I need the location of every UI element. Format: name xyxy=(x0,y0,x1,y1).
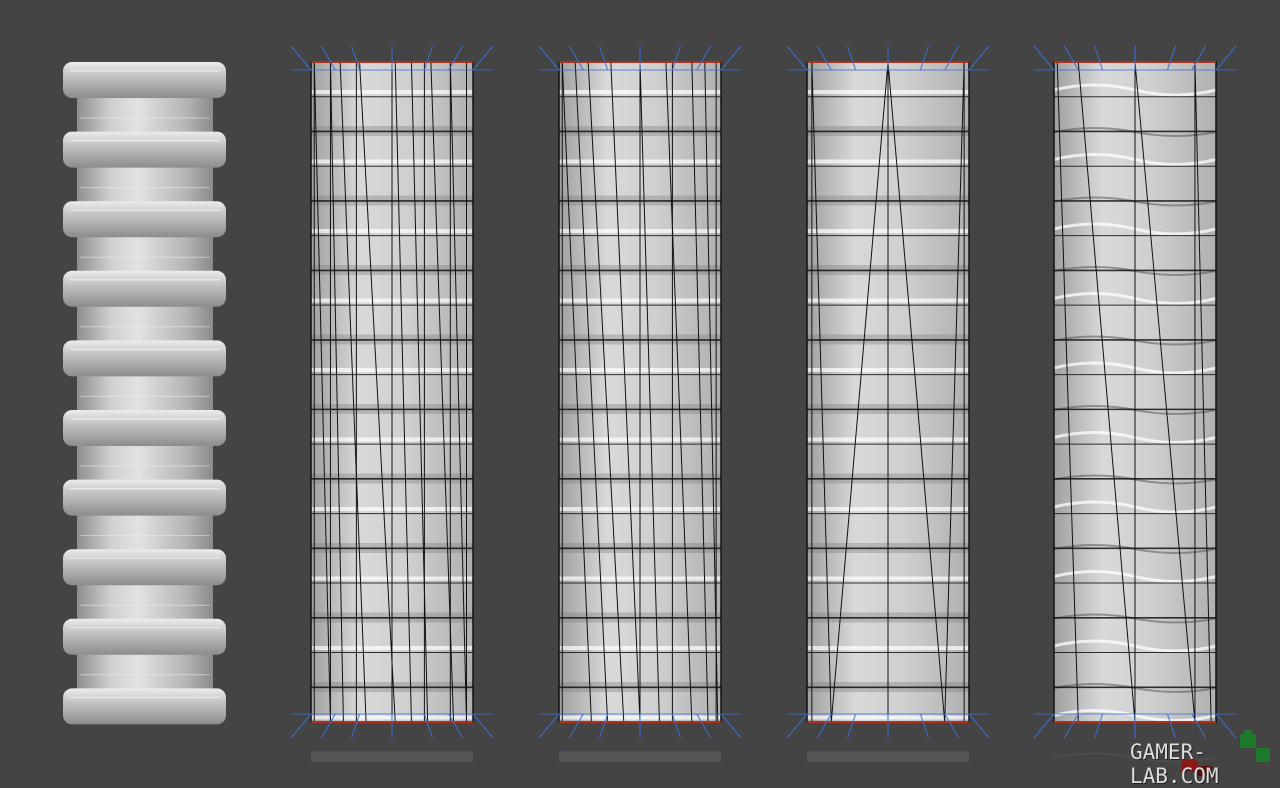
normal-line xyxy=(968,45,990,71)
ridge-shadow xyxy=(311,751,473,762)
smooth-model-preview xyxy=(63,62,226,725)
collar-ring xyxy=(63,340,226,377)
wireframe-sparse-spokes xyxy=(786,45,990,762)
collar-ring xyxy=(63,201,226,238)
collar-ring xyxy=(63,62,226,98)
collar-ring xyxy=(63,410,226,446)
3d-viewport[interactable] xyxy=(0,0,1280,785)
collar-ring xyxy=(63,549,226,586)
normal-line xyxy=(538,45,560,71)
collar-ring xyxy=(63,270,226,307)
normal-line xyxy=(1033,45,1055,71)
normal-line xyxy=(786,45,808,71)
normal-line xyxy=(720,713,742,739)
wireframe-minimal-spokes xyxy=(1033,45,1237,763)
normal-line xyxy=(472,45,494,71)
normal-line xyxy=(472,713,494,739)
wireframe-even-spokes xyxy=(290,45,494,762)
normal-line xyxy=(290,45,312,71)
normal-line xyxy=(290,713,312,739)
collar-ring xyxy=(63,479,226,516)
wireframe-uneven-spokes xyxy=(538,45,742,762)
normal-line xyxy=(720,45,742,71)
collar-ring xyxy=(63,131,226,168)
normal-line xyxy=(538,713,560,739)
watermark-text: GAMER-LAB.COM xyxy=(1130,740,1219,788)
collar-ring xyxy=(63,688,226,725)
normal-line xyxy=(786,713,808,739)
collar-ring xyxy=(63,618,226,655)
normal-line xyxy=(968,713,990,739)
normal-line xyxy=(1215,45,1237,71)
ridge-shadow xyxy=(807,751,969,762)
ridge-shadow xyxy=(559,751,721,762)
normal-line xyxy=(1033,713,1055,739)
